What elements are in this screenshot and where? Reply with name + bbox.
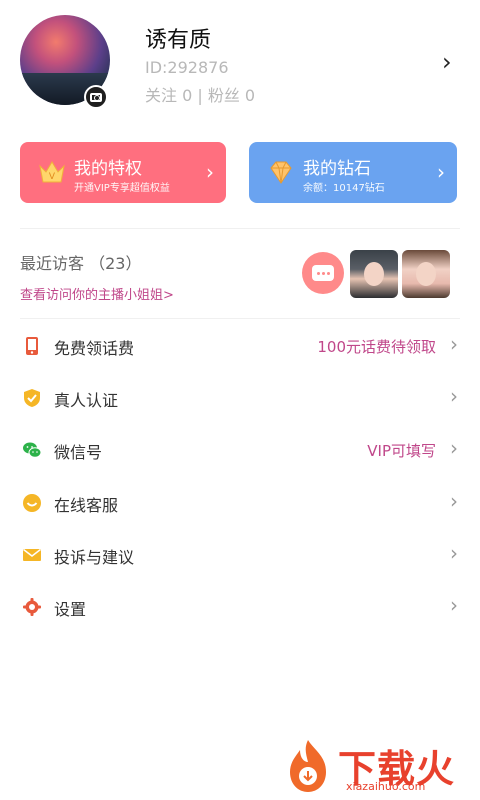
chevron-right-icon[interactable]: › [442, 48, 452, 76]
menu-item-wechat[interactable]: 微信号 VIP可填写 › [0, 430, 480, 470]
user-id: ID:292876 [145, 58, 229, 77]
diamond-icon [270, 161, 292, 184]
chevron-right-icon: › [450, 489, 458, 513]
menu-item-real-person-verification[interactable]: 真人认证 › [0, 378, 480, 418]
menu-label: 免费领话费 [54, 339, 135, 358]
smile-icon [23, 494, 41, 512]
menu-item-settings[interactable]: 设置 › [0, 587, 480, 627]
menu-label: 微信号 [54, 443, 103, 462]
chevron-right-icon: › [450, 593, 458, 617]
menu-label: 在线客服 [54, 496, 119, 515]
chevron-right-icon: › [437, 160, 445, 184]
wechat-icon [23, 442, 42, 458]
menu-item-complaints[interactable]: 投诉与建议 › [0, 535, 480, 575]
camera-icon[interactable] [84, 85, 108, 109]
chevron-right-icon: › [206, 160, 214, 184]
privilege-subtitle: 开通VIP专享超值权益 [74, 183, 170, 194]
svg-text:V: V [49, 172, 56, 182]
diamond-card[interactable]: 我的钻石 余额：10147钻石 › [249, 142, 457, 203]
chevron-right-icon: › [450, 384, 458, 408]
username: 诱有质 [145, 28, 212, 53]
menu-label: 投诉与建议 [54, 548, 135, 567]
chevron-right-icon: › [450, 436, 458, 460]
envelope-icon [23, 548, 41, 561]
diamond-title: 我的钻石 [303, 159, 371, 179]
follow-stats: 关注 0 | 粉丝 0 [145, 86, 256, 105]
menu-label: 设置 [54, 600, 87, 619]
privilege-card[interactable]: V 我的特权 开通VIP专享超值权益 › [20, 142, 226, 203]
visitors-link[interactable]: 查看访问你的主播小姐姐> [20, 284, 174, 303]
menu-value: VIP可填写 [367, 442, 436, 460]
flame-logo-icon [290, 740, 326, 792]
profile-header[interactable]: 诱有质 ID:292876 关注 0 | 粉丝 0 › [0, 0, 480, 125]
chevron-right-icon: › [450, 332, 458, 356]
visitor-avatar[interactable] [402, 250, 450, 298]
divider [20, 228, 460, 229]
menu-value: 100元话费待领取 [317, 338, 436, 356]
watermark-logo: 下载火 xiazaihuo.com [282, 738, 477, 796]
privilege-title: 我的特权 [74, 159, 142, 179]
chat-bubble-icon[interactable] [302, 252, 344, 294]
chevron-right-icon: › [450, 541, 458, 565]
gear-icon [23, 598, 41, 616]
divider [20, 318, 460, 319]
visitors-title: 最近访客 （23） [20, 254, 142, 273]
crown-icon: V [39, 161, 65, 183]
watermark-url: xiazaihuo.com [346, 780, 426, 793]
shield-check-icon [24, 389, 40, 407]
menu-item-online-support[interactable]: 在线客服 › [0, 483, 480, 523]
diamond-balance: 余额：10147钻石 [303, 183, 385, 194]
menu-label: 真人认证 [54, 391, 119, 410]
visitor-avatar[interactable] [350, 250, 398, 298]
phone-icon [26, 337, 38, 355]
menu-item-free-phone-credit[interactable]: 免费领话费 100元话费待领取 › [0, 326, 480, 366]
